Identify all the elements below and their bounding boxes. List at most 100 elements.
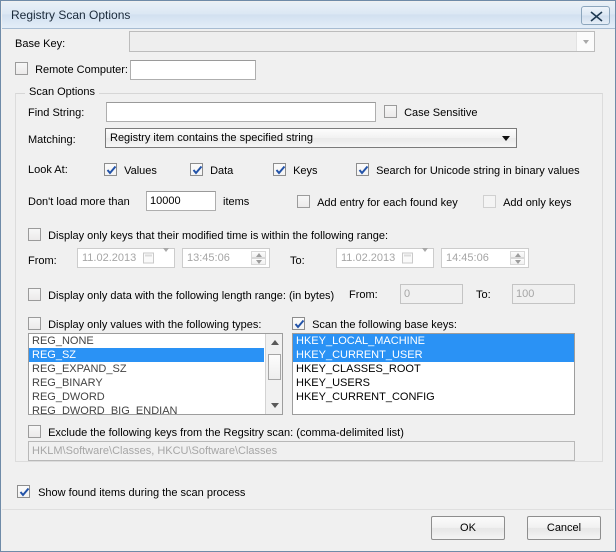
look-at-keys-checkbox[interactable] [273, 163, 286, 176]
list-item[interactable]: REG_DWORD [29, 390, 264, 404]
data-length-range-checkbox-row[interactable]: Display only data with the following len… [28, 288, 334, 302]
modified-time-range-label: Display only keys that their modified ti… [48, 230, 388, 242]
base-keys-checkbox[interactable] [292, 317, 305, 330]
look-at-data-checkbox[interactable] [190, 163, 203, 176]
value-types-label: Display only values with the following t… [48, 319, 262, 331]
modified-from-date-picker[interactable]: 11.02.2013 [77, 248, 175, 268]
data-length-range-label: Display only data with the following len… [48, 290, 335, 302]
list-item[interactable]: HKEY_CURRENT_CONFIG [293, 390, 574, 404]
chevron-down-icon[interactable] [422, 248, 428, 264]
list-item[interactable]: REG_SZ [29, 348, 264, 362]
spinner-down[interactable] [251, 258, 266, 265]
exclude-keys-checkbox[interactable] [28, 425, 41, 438]
list-item[interactable]: REG_BINARY [29, 376, 264, 390]
modified-from-time-picker[interactable]: 13:45:06 [182, 248, 270, 268]
list-item[interactable]: REG_NONE [29, 334, 264, 348]
chevron-down-icon[interactable] [163, 248, 169, 264]
ok-button[interactable]: OK [431, 516, 505, 540]
modified-from-time-value: 13:45:06 [187, 252, 230, 264]
value-types-checkbox-row[interactable]: Display only values with the following t… [28, 317, 261, 331]
unicode-search-checkbox[interactable] [356, 163, 369, 176]
look-at-keys-checkbox-row[interactable]: Keys [273, 163, 318, 177]
look-at-values-checkbox-row[interactable]: Values [104, 163, 157, 177]
base-keys-checkbox-row[interactable]: Scan the following base keys: [292, 317, 457, 331]
data-length-range-checkbox[interactable] [28, 288, 41, 301]
remote-computer-label: Remote Computer: [35, 64, 128, 76]
add-entry-per-key-checkbox-row[interactable]: Add entry for each found key [297, 195, 458, 209]
window-title: Registry Scan Options [11, 8, 131, 22]
look-at-values-label: Values [124, 165, 157, 177]
case-sensitive-checkbox[interactable] [384, 105, 397, 118]
case-sensitive-checkbox-row[interactable]: Case Sensitive [384, 105, 477, 119]
look-at-values-checkbox[interactable] [104, 163, 117, 176]
value-types-listbox[interactable]: REG_NONE REG_SZ REG_EXPAND_SZ REG_BINARY REG… [28, 333, 283, 415]
remote-computer-checkbox[interactable] [15, 62, 28, 75]
list-item[interactable]: HKEY_USERS [293, 376, 574, 390]
modified-time-range-checkbox[interactable] [28, 228, 41, 241]
modified-to-date-picker[interactable]: 11.02.2013 [336, 248, 434, 268]
matching-label: Matching: [28, 134, 76, 146]
look-at-data-checkbox-row[interactable]: Data [190, 163, 233, 177]
value-types-items: REG_NONE REG_SZ REG_EXPAND_SZ REG_BINARY REG… [29, 334, 264, 414]
exclude-keys-checkbox-row[interactable]: Exclude the following keys from the Regs… [28, 425, 404, 439]
load-limit-label-before: Don't load more than [28, 196, 130, 208]
base-keys-items: HKEY_LOCAL_MACHINE HKEY_CURRENT_USER HKEY_… [293, 334, 574, 404]
load-limit-input[interactable]: 10000 [146, 191, 216, 211]
load-limit-value: 10000 [150, 194, 181, 207]
exclude-keys-value: HKLM\Software\Classes, HKCU\Software\Cla… [32, 444, 278, 457]
list-item[interactable]: REG_EXPAND_SZ [29, 362, 264, 376]
calendar-icon [143, 252, 154, 264]
modified-time-range-checkbox-row[interactable]: Display only keys that their modified ti… [28, 228, 388, 242]
find-string-input[interactable] [106, 102, 376, 122]
load-limit-label-after: items [223, 196, 250, 208]
close-button[interactable] [581, 6, 610, 25]
modified-to-time-value: 14:45:06 [446, 252, 489, 264]
scroll-down-icon[interactable] [266, 397, 282, 414]
list-item[interactable]: HKEY_CURRENT_USER [293, 348, 574, 362]
scrollbar-thumb[interactable] [268, 354, 281, 380]
base-keys-label: Scan the following base keys: [312, 319, 457, 331]
exclude-keys-label: Exclude the following keys from the Regs… [48, 427, 404, 439]
time-spinner[interactable] [510, 251, 525, 265]
base-key-combo[interactable] [129, 31, 595, 52]
data-length-to-label: To: [476, 289, 491, 301]
data-length-from-input[interactable]: 0 [400, 284, 463, 304]
data-length-to-value: 100 [516, 287, 535, 300]
list-item[interactable]: HKEY_LOCAL_MACHINE [293, 334, 574, 348]
remote-computer-checkbox-row[interactable]: Remote Computer: [15, 62, 128, 76]
remote-computer-input[interactable] [130, 60, 256, 80]
scroll-up-icon[interactable] [266, 334, 282, 351]
chevron-down-icon[interactable] [576, 32, 594, 51]
cancel-button[interactable]: Cancel [527, 516, 601, 540]
find-string-label: Find String: [28, 107, 85, 119]
modified-to-label: To: [290, 255, 305, 267]
spinner-up[interactable] [510, 251, 525, 258]
list-item[interactable]: HKEY_CLASSES_ROOT [293, 362, 574, 376]
exclude-keys-input[interactable]: HKLM\Software\Classes, HKCU\Software\Cla… [28, 441, 575, 461]
base-keys-listbox[interactable]: HKEY_LOCAL_MACHINE HKEY_CURRENT_USER HKEY_… [292, 333, 575, 415]
time-spinner[interactable] [251, 251, 266, 265]
unicode-search-checkbox-row[interactable]: Search for Unicode string in binary valu… [356, 163, 580, 177]
scan-options-group-title: Scan Options [25, 86, 100, 98]
calendar-icon [402, 252, 413, 264]
value-types-scrollbar[interactable] [265, 334, 282, 414]
value-types-checkbox[interactable] [28, 317, 41, 330]
modified-to-time-picker[interactable]: 14:45:06 [441, 248, 529, 268]
list-item[interactable]: REG_DWORD_BIG_ENDIAN [29, 404, 264, 414]
modified-from-label: From: [28, 255, 57, 267]
chevron-down-icon[interactable] [499, 129, 513, 147]
look-at-data-label: Data [210, 165, 234, 177]
unicode-search-label: Search for Unicode string in binary valu… [376, 165, 580, 177]
data-length-to-input[interactable]: 100 [512, 284, 575, 304]
add-entry-per-key-checkbox[interactable] [297, 195, 310, 208]
matching-combo[interactable]: Registry item contains the specified str… [105, 128, 517, 148]
add-only-keys-label: Add only keys [503, 197, 572, 209]
add-only-keys-checkbox [483, 195, 496, 208]
modified-from-date-value: 11.02.2013 [82, 252, 137, 264]
show-found-items-checkbox[interactable] [17, 485, 30, 498]
show-found-items-checkbox-row[interactable]: Show found items during the scan process [17, 485, 245, 499]
spinner-up[interactable] [251, 251, 266, 258]
spinner-down[interactable] [510, 258, 525, 265]
data-length-from-label: From: [349, 289, 378, 301]
add-entry-per-key-label: Add entry for each found key [317, 197, 458, 209]
